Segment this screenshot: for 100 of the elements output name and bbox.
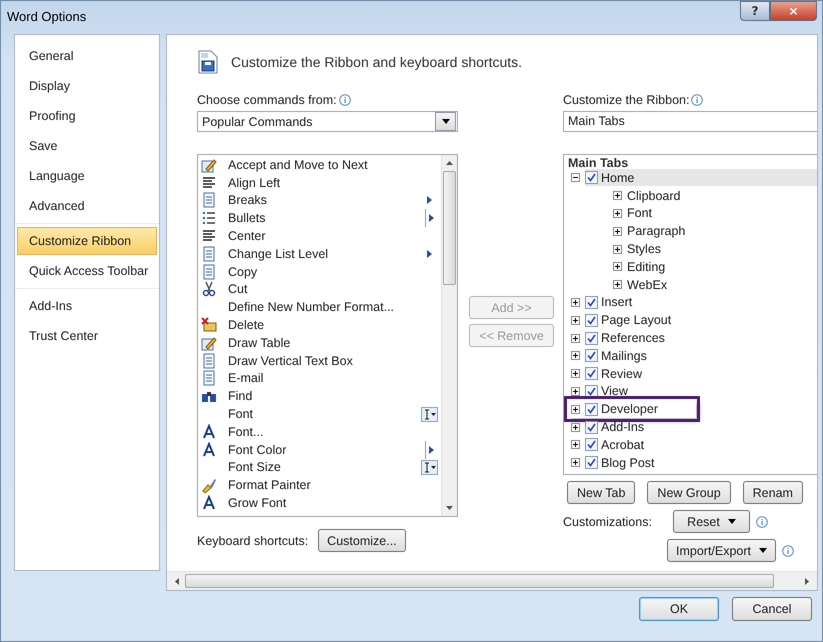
scroll-up-icon[interactable] [446,161,453,165]
checkbox[interactable] [585,296,598,309]
sidebar-item[interactable]: Language [17,162,157,190]
help-button[interactable]: ? [740,1,770,21]
reset-button[interactable]: Reset [673,510,750,533]
checkbox[interactable] [585,367,598,380]
expand-icon[interactable] [613,191,622,200]
sidebar-item[interactable]: Proofing [17,102,157,130]
tree-item[interactable]: Insert [585,294,817,311]
command-item[interactable]: Accept and Move to Next [228,158,417,172]
scroll-right-icon[interactable] [805,578,809,584]
customize-button[interactable]: Customize... [318,529,406,552]
tree-item[interactable]: WebEx [627,278,668,292]
command-item[interactable]: Copy [228,264,417,279]
import-export-button[interactable]: Import/Export [667,539,776,562]
command-item[interactable]: Align Left [228,176,417,190]
sidebar-item[interactable]: Quick Access Toolbar [17,257,157,285]
expand-icon[interactable] [571,334,580,343]
command-item[interactable]: Delete [228,318,417,332]
document-icon [201,264,217,280]
sidebar-item[interactable]: Display [17,72,157,100]
tree-item[interactable]: Page Layout [585,312,817,329]
checkbox[interactable] [585,456,598,470]
expand-icon[interactable] [571,369,580,378]
split-arrow-icon [424,209,434,228]
info-icon [691,94,704,106]
sidebar-item[interactable]: Save [17,132,157,160]
checkbox[interactable] [585,314,598,327]
checkbox[interactable] [585,384,598,398]
checkbox[interactable] [585,402,598,416]
collapse-icon[interactable] [571,173,580,182]
command-item[interactable]: Define New Number Format... [228,300,417,314]
sidebar-item[interactable]: General [17,42,157,70]
command-item[interactable]: Find [228,389,417,404]
ok-button[interactable]: OK [639,597,719,621]
command-item[interactable]: Center [228,229,417,244]
scrollbar-thumb[interactable] [443,171,456,285]
tree-item[interactable]: Paragraph [627,224,686,238]
expand-icon[interactable] [613,262,622,272]
tree-item[interactable]: Developer [585,400,696,418]
tree-item[interactable]: Styles [627,242,662,256]
tree-item[interactable]: Clipboard [627,188,681,203]
checkbox[interactable] [585,332,598,345]
ribbon-button[interactable]: New Tab [567,481,636,504]
cancel-button[interactable]: Cancel [732,597,812,621]
tree-item[interactable]: Blog Post [585,454,817,472]
checkbox[interactable] [585,171,598,184]
sidebar-item[interactable]: Advanced [17,192,157,220]
command-item[interactable]: Font Color [228,442,417,457]
sidebar-item[interactable]: Trust Center [17,322,157,350]
checkbox[interactable] [585,420,598,434]
expand-icon[interactable] [571,404,580,414]
command-item[interactable]: Format Painter [228,478,417,492]
document-icon [201,246,217,262]
command-item[interactable]: Draw Vertical Text Box [228,354,417,368]
tree-item[interactable]: Mailings [585,347,817,364]
ribbon-button[interactable]: New Group [647,481,731,504]
tree-item[interactable]: View [585,382,817,400]
scroll-down-icon[interactable] [446,506,453,510]
expand-icon[interactable] [571,298,580,307]
tree-item[interactable]: References [585,330,817,347]
tree-item[interactable]: Editing [627,260,666,274]
command-item[interactable]: E-mail [228,371,417,386]
command-item[interactable]: Font... [228,424,417,439]
expand-icon[interactable] [571,422,580,432]
command-item[interactable]: Cut [228,282,417,296]
command-item[interactable]: Change List Level [228,246,417,261]
tree-item[interactable]: Acrobat [585,436,817,454]
commands-dropdown[interactable]: Popular Commands [197,111,458,132]
scrollbar-thumb[interactable] [185,574,774,588]
expand-icon[interactable] [571,316,580,325]
dropdown-arrow-icon [728,519,736,524]
sidebar-item[interactable]: Customize Ribbon [17,227,157,255]
scroll-left-icon[interactable] [175,578,179,584]
ribbon-button[interactable]: Renam [742,481,803,504]
expand-icon[interactable] [571,351,580,360]
expand-icon[interactable] [613,244,622,254]
command-item[interactable]: Font [228,407,417,422]
command-item[interactable]: Bullets [228,211,417,226]
tree-item[interactable]: Home [585,169,817,186]
horizontal-scrollbar[interactable] [167,571,817,590]
expand-icon[interactable] [571,458,580,468]
command-item[interactable]: Breaks [228,193,417,208]
ribbon-dropdown[interactable]: Main Tabs [563,111,817,132]
tree-item[interactable]: Font [627,206,652,220]
command-item[interactable]: Font Size [228,460,417,474]
expand-icon[interactable] [613,226,622,236]
sidebar-item[interactable]: Add-Ins [17,292,157,320]
vertical-scrollbar[interactable] [441,155,457,516]
tree-item[interactable]: Add-Ins [585,418,817,436]
command-item[interactable]: Draw Table [228,336,417,350]
command-item[interactable]: Grow Font [228,496,417,510]
expand-icon[interactable] [613,280,622,290]
checkbox[interactable] [585,438,598,452]
expand-icon[interactable] [571,440,580,450]
checkbox[interactable] [585,349,598,362]
expand-icon[interactable] [571,386,580,396]
tree-item[interactable]: Review [585,365,817,382]
keyboard-shortcuts-label: Keyboard shortcuts: [197,534,308,548]
expand-icon[interactable] [613,208,622,218]
